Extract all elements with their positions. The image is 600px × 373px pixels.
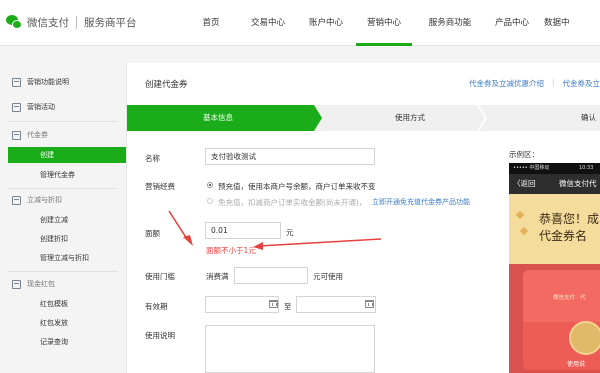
sidebar-item-manage-discounts[interactable]: 管理立减与折扣: [0, 250, 126, 266]
brand-subtitle: 服务商平台: [84, 16, 137, 29]
prepaid-radio[interactable]: [207, 182, 213, 188]
diamond-decoration-icon: [519, 226, 529, 236]
sidebar-group-discounts: 立减与折扣: [12, 193, 62, 207]
step-usage-method: 使用方式: [395, 113, 425, 122]
sidebar-item-manage-coupons[interactable]: 管理代金券: [0, 167, 126, 183]
sidebar-item-marketing-intro[interactable]: 营销功能说明: [12, 75, 69, 89]
brand-name: 微信支付: [27, 16, 69, 29]
sidebar-divider: [8, 121, 118, 122]
coupon-intro-link-2[interactable]: 代金券及立: [563, 78, 600, 89]
nav-item-home[interactable]: 首页: [190, 0, 232, 46]
name-label: 名称: [145, 154, 160, 163]
step-progress-bar: 基本信息 使用方式 确认: [127, 105, 600, 131]
validity-end-input[interactable]: [296, 296, 376, 313]
discount-icon: [12, 195, 21, 205]
link-separator: |: [551, 78, 555, 87]
sidebar-divider: [8, 188, 118, 189]
sidebar-item-red-packet-send[interactable]: 红包发放: [0, 315, 126, 331]
brand-logo[interactable]: 微信支付 服务商平台: [6, 13, 137, 31]
sidebar-group-red-packets: 现金红包: [12, 277, 55, 291]
nav-item-account-center[interactable]: 账户中心: [302, 0, 350, 46]
use-instructions-text: 使用说: [567, 361, 586, 368]
coupon-icon: [12, 130, 21, 140]
document-icon: [12, 77, 21, 87]
red-packet-icon: [12, 279, 21, 289]
congrats-text: 恭喜您！成: [539, 212, 600, 226]
sidebar-group-coupons: 代金券: [12, 128, 48, 142]
nav-item-data-center[interactable]: 数据中: [544, 0, 584, 46]
envelope-seal-icon: [569, 321, 600, 355]
coupon-card: 恭喜您！成 代金券名: [509, 194, 600, 264]
threshold-input[interactable]: [234, 267, 308, 284]
nav-item-trade-center[interactable]: 交易中心: [244, 0, 292, 46]
list-icon: [12, 102, 21, 112]
clock-text: 10:33: [579, 165, 594, 171]
page-title: 创建代金券: [145, 80, 188, 90]
step-confirm: 确认: [581, 113, 596, 122]
amount-error-message: 面额不小于1元: [206, 246, 256, 255]
sidebar: 营销功能说明 营销活动 代金券 创建 管理代金券 立减与折扣 创建立减 创建折扣…: [0, 63, 126, 373]
amount-label: 面额: [145, 229, 160, 238]
calendar-icon[interactable]: [269, 300, 278, 308]
sidebar-group-title: 代金券: [27, 131, 48, 139]
phone-status-bar: ••••• 中国移动 10:33: [509, 163, 600, 174]
sidebar-item-create-coupon[interactable]: 创建: [8, 147, 126, 163]
sidebar-item-label: 营销活动: [27, 103, 55, 111]
sidebar-group-title: 现金红包: [27, 280, 55, 288]
diamond-decoration-icon: [515, 210, 525, 220]
sidebar-item-marketing-activities[interactable]: 营销活动: [12, 100, 55, 114]
no-prepay-option-text: 免充值，扣减商户订单实收金额(尚未开通)，: [218, 198, 367, 207]
step-basic-info: 基本信息: [203, 113, 233, 122]
help-links: 代金券及立减优惠介绍 | 代金券及立: [469, 78, 600, 89]
preview-label: 示例区：: [509, 150, 539, 159]
sidebar-divider: [8, 271, 118, 272]
no-prepay-radio[interactable]: [207, 198, 213, 204]
nav-item-provider-functions[interactable]: 服务商功能: [422, 0, 478, 46]
amount-input[interactable]: 0.01: [205, 222, 281, 239]
threshold-prefix: 消费满: [206, 272, 229, 281]
main-nav: 首页 交易中心 账户中心 营销中心 服务商功能 产品中心 数据中: [190, 0, 584, 46]
sidebar-item-create-discount[interactable]: 创建折扣: [0, 231, 126, 247]
funding-label: 营销经费: [145, 182, 175, 191]
phone-preview: ••••• 中国移动 10:33 〈返回 微信支付代 恭喜您！成 代金券名 微信…: [509, 163, 600, 373]
main-panel: 创建代金券 代金券及立减优惠介绍 | 代金券及立 基本信息 使用方式 确认 名称…: [126, 63, 600, 373]
wechat-pay-logo-icon: [6, 14, 23, 30]
amount-unit: 元: [286, 228, 294, 237]
threshold-label: 使用门槛: [145, 272, 175, 281]
validity-label: 有效期: [145, 302, 168, 311]
coupon-name-text: 代金券名: [539, 229, 588, 243]
prepaid-option-text: 预充值，使用本商户号余额，商户订单来收不变: [218, 182, 376, 191]
phone-nav-title: 微信支付代: [559, 179, 597, 188]
nav-item-product-center[interactable]: 产品中心: [488, 0, 536, 46]
sidebar-item-record-query[interactable]: 记录查询: [0, 334, 126, 350]
coupon-intro-link[interactable]: 代金券及立减优惠介绍: [469, 78, 544, 89]
sidebar-item-label: 营销功能说明: [27, 78, 69, 86]
carrier-text: ••••• 中国移动: [513, 165, 550, 171]
coupon-name-input[interactable]: 支付验收测试: [205, 148, 375, 165]
validity-start-input[interactable]: [205, 296, 279, 313]
calendar-icon[interactable]: [365, 300, 374, 308]
enable-no-prepay-link[interactable]: 立即开通免充值代金券产品功能: [372, 197, 470, 207]
nav-item-marketing-center[interactable]: 营销中心: [356, 0, 412, 46]
sidebar-item-create-reduction[interactable]: 创建立减: [0, 212, 126, 228]
phone-nav-bar: 〈返回 微信支付代: [509, 174, 600, 194]
description-label: 使用说明: [145, 331, 175, 340]
sidebar-item-red-packet-templates[interactable]: 红包模板: [0, 296, 126, 312]
validity-to-text: 至: [284, 302, 292, 311]
top-navigation-bar: 微信支付 服务商平台 首页 交易中心 账户中心 营销中心 服务商功能 产品中心 …: [0, 0, 600, 46]
description-textarea[interactable]: [205, 325, 375, 373]
brand-divider: [76, 15, 77, 29]
envelope-text: 微信支付 · 代: [553, 295, 586, 301]
step-chevron: [477, 105, 487, 131]
sidebar-group-title: 立减与折扣: [27, 196, 62, 204]
threshold-suffix: 元可使用: [313, 272, 343, 281]
phone-back-button: 〈返回: [513, 179, 536, 188]
